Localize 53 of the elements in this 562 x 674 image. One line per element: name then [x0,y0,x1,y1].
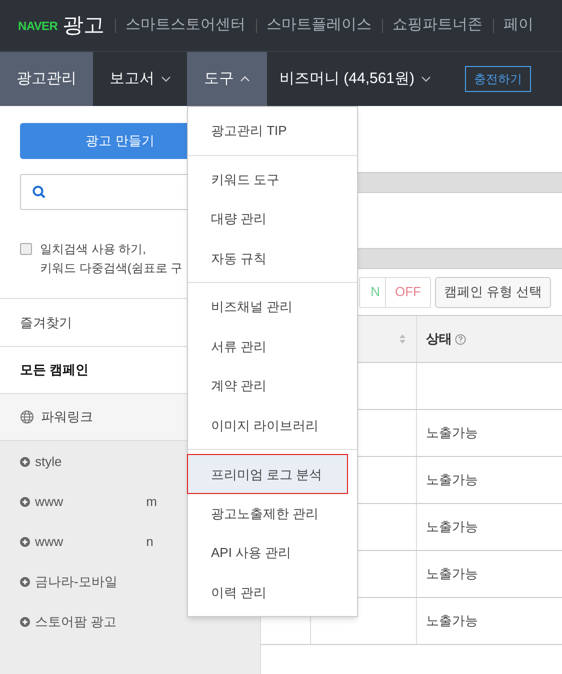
header-link[interactable]: 스마트스토어센터 [126,14,246,37]
table-cell-text: 노출가능 [426,471,478,490]
nav-tab[interactable]: 비즈머니 (44,561원) [267,52,443,106]
chevron-down-icon [160,76,170,82]
menu-item[interactable]: 이력 관리 [188,572,357,612]
menu-item[interactable]: 대량 관리 [188,199,357,238]
sidebar-item[interactable]: 즐겨찾기 [20,312,72,332]
sidebar-item[interactable]: 모든 캠페인 [20,360,89,380]
menu-item[interactable]: 비즈채널 관리 [188,287,357,326]
header-link[interactable]: 쇼핑파트너존 [392,14,483,37]
campaign-type-dropdown[interactable]: 캠페인 유형 선택 [435,276,552,308]
sidebar-item[interactable]: 파워링크 [41,407,93,427]
campaign-item[interactable]: style [35,452,62,472]
logo-title: 광고 [62,12,105,39]
campaign-item[interactable]: www [35,532,64,552]
logo[interactable]: NAVER [18,16,58,34]
campaign-item[interactable]: n [146,532,154,552]
help-icon[interactable] [455,334,466,344]
menu-item[interactable]: 키워드 도구 [188,160,357,199]
table-cell-text: 노출가능 [426,424,478,442]
menu-item[interactable]: 이미지 라이브러리 [188,406,357,445]
table-cell-text: 노출가능 [426,612,478,630]
header-link[interactable]: 스마트플레이스 [266,14,372,37]
search-icon [32,185,46,199]
menu-item[interactable]: 계약 관리 [188,366,357,406]
nav-tab[interactable]: 도구 [187,52,267,106]
menu-item[interactable]: 자동 규칙 [188,238,357,278]
menu-item[interactable]: 프리미엄 로그 분석 [187,454,348,494]
plus-circle-icon[interactable] [20,537,30,547]
charge-button[interactable]: 충전하기 [465,66,531,92]
chevron-up-icon [240,76,250,82]
globe-icon [20,410,34,424]
table-cell-text: 노출가능 [426,518,478,536]
menu-item[interactable]: API 사용 관리 [188,533,357,572]
chevron-down-icon [420,76,431,82]
campaign-item[interactable]: 금나라-모바일 [35,572,118,592]
nav-tab[interactable]: 광고관리 [0,52,93,106]
plus-circle-icon[interactable] [20,497,30,507]
menu-item[interactable]: 서류 관리 [188,326,357,366]
campaign-item[interactable]: m [146,492,158,512]
checkbox[interactable] [20,243,32,255]
plus-circle-icon[interactable] [20,457,30,467]
plus-circle-icon[interactable] [20,577,30,587]
header-link[interactable]: 페이 [504,14,534,37]
campaign-item[interactable]: 스토어팜 광고 [35,612,117,632]
column-header[interactable]: 상태 [426,329,452,349]
checkbox-label: 일치검색 사용 하기, [40,241,148,258]
plus-circle-icon[interactable] [20,617,30,627]
campaign-item[interactable]: www [35,492,64,512]
nav-tab[interactable]: 보고서 [93,52,187,106]
table-cell-text: 노출가능 [426,565,478,584]
checkbox-label: 키워드 다중검색(쉼표로 구 [40,260,183,277]
menu-item[interactable]: 광고노출제한 관리 [188,494,357,533]
